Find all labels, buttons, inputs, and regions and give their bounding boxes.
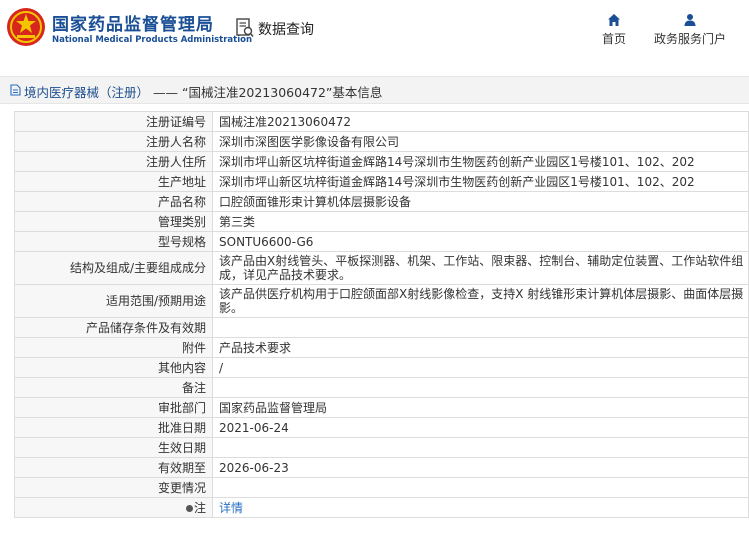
table-row: 注册人名称 深圳市深图医学影像设备有限公司 [14, 131, 749, 152]
row-value [212, 317, 749, 338]
section-title: 数据查询 [258, 22, 314, 38]
row-label: 附件 [14, 337, 213, 358]
note-label: 注 [193, 500, 206, 515]
row-label: 注册人名称 [14, 131, 213, 152]
row-label: 生效日期 [14, 437, 213, 458]
breadcrumb-text: 境内医疗器械（注册） —— “国械注准20213060472”基本信息 [24, 82, 382, 101]
row-label: 有效期至 [14, 457, 213, 478]
row-label: 型号规格 [14, 231, 213, 252]
table-row: 附件 产品技术要求 [14, 337, 749, 358]
nav-portal-label: 政务服务门户 [653, 32, 726, 46]
table-row: 管理类别 第三类 [14, 211, 749, 232]
row-value [212, 437, 749, 458]
table-row: 审批部门 国家药品监督管理局 [14, 397, 749, 418]
row-value: 深圳市深图医学影像设备有限公司 [212, 131, 749, 152]
breadcrumb-current: “国械注准20213060472”基本信息 [181, 85, 383, 100]
row-label: 注册证编号 [14, 111, 213, 132]
breadcrumb-category-link[interactable]: 境内医疗器械（注册） [24, 85, 149, 100]
note-label-cell: 注 [14, 497, 213, 518]
row-value: 国械注准20213060472 [212, 111, 749, 132]
table-row: 注册证编号 国械注准20213060472 [14, 111, 749, 132]
user-icon [684, 14, 696, 26]
site-header: 国家药品监督管理局 National Medical Products Admi… [0, 0, 749, 62]
table-row: 有效期至 2026-06-23 [14, 457, 749, 478]
table-row: 结构及组成/主要组成成分 该产品由X射线管头、平板探测器、机架、工作站、限束器、… [14, 251, 749, 285]
row-value: 深圳市坪山新区坑梓街道金辉路14号深圳市生物医药创新产业园区1号楼101、102… [212, 171, 749, 192]
row-label: 产品储存条件及有效期 [14, 317, 213, 338]
table-row: 产品储存条件及有效期 [14, 317, 749, 338]
row-value: SONTU6600-G6 [212, 231, 749, 252]
note-bullet-icon [185, 504, 193, 512]
breadcrumb-separator: —— [149, 85, 182, 100]
row-value: 2021-06-24 [212, 417, 749, 438]
row-value: 口腔颌面锥形束计算机体层摄影设备 [212, 191, 749, 212]
row-value [212, 377, 749, 398]
table-row: 变更情况 [14, 477, 749, 498]
national-emblem-logo [7, 8, 45, 46]
home-icon [608, 14, 620, 26]
org-name-en: National Medical Products Administration [52, 35, 253, 45]
table-row: 生效日期 [14, 437, 749, 458]
row-value: 2026-06-23 [212, 457, 749, 478]
record-detail-table: 注册证编号 国械注准20213060472 注册人名称 深圳市深图医学影像设备有… [14, 111, 749, 518]
row-label: 注册人住所 [14, 151, 213, 172]
row-value: 第三类 [212, 211, 749, 232]
row-value: 深圳市坪山新区坑梓街道金辉路14号深圳市生物医药创新产业园区1号楼101、102… [212, 151, 749, 172]
data-query-icon [236, 18, 254, 38]
table-row: 生产地址 深圳市坪山新区坑梓街道金辉路14号深圳市生物医药创新产业园区1号楼10… [14, 171, 749, 192]
note-value-cell: 详情 [212, 497, 749, 518]
table-row: 注册人住所 深圳市坪山新区坑梓街道金辉路14号深圳市生物医药创新产业园区1号楼1… [14, 151, 749, 172]
nav-portal-button[interactable]: 政务服务门户 [650, 13, 730, 53]
table-row: 适用范围/预期用途 该产品供医疗机构用于口腔颌面部X射线影像检查，支持X 射线锥… [14, 284, 749, 318]
row-label: 变更情况 [14, 477, 213, 498]
org-name-cn: 国家药品监督管理局 [52, 15, 214, 35]
table-row: 批准日期 2021-06-24 [14, 417, 749, 438]
row-label: 管理类别 [14, 211, 213, 232]
row-label: 产品名称 [14, 191, 213, 212]
breadcrumb: 境内医疗器械（注册） —— “国械注准20213060472”基本信息 [0, 76, 749, 104]
table-row: 备注 [14, 377, 749, 398]
row-value: / [212, 357, 749, 378]
row-value [212, 477, 749, 498]
row-value: 国家药品监督管理局 [212, 397, 749, 418]
row-label: 适用范围/预期用途 [14, 284, 213, 318]
document-icon [10, 84, 21, 96]
row-value: 产品技术要求 [212, 337, 749, 358]
row-label: 生产地址 [14, 171, 213, 192]
row-label: 其他内容 [14, 357, 213, 378]
table-row: 产品名称 口腔颌面锥形束计算机体层摄影设备 [14, 191, 749, 212]
table-row: 注 详情 [14, 497, 749, 518]
table-row: 型号规格 SONTU6600-G6 [14, 231, 749, 252]
nav-home-label: 首页 [601, 32, 626, 46]
row-label: 备注 [14, 377, 213, 398]
row-value: 该产品供医疗机构用于口腔颌面部X射线影像检查，支持X 射线锥形束计算机体层摄影、… [212, 284, 749, 318]
table-row: 其他内容 / [14, 357, 749, 378]
nav-home-button[interactable]: 首页 [596, 13, 632, 53]
row-label: 结构及组成/主要组成成分 [14, 251, 213, 285]
row-label: 审批部门 [14, 397, 213, 418]
row-value: 该产品由X射线管头、平板探测器、机架、工作站、限束器、控制台、辅助定位装置、工作… [212, 251, 749, 285]
row-label: 批准日期 [14, 417, 213, 438]
details-link[interactable]: 详情 [219, 501, 243, 515]
